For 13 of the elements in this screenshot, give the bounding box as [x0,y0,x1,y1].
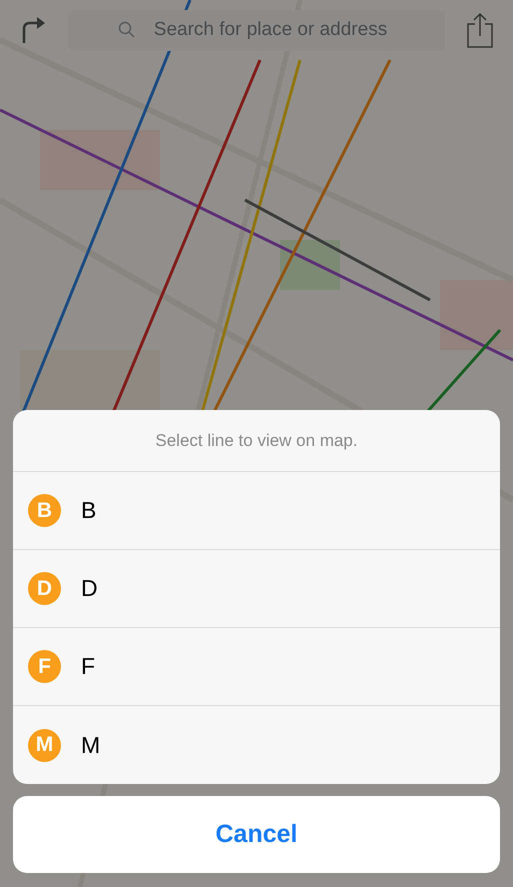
line-badge: M [28,728,61,762]
sheet-title: Select line to view on map. [155,430,358,452]
line-option[interactable]: M M [13,706,500,784]
line-option[interactable]: F F [13,628,500,706]
line-badge: B [28,494,61,527]
line-badge: D [28,572,61,605]
search-field[interactable]: Search for place or address [68,10,445,50]
line-option[interactable]: D D [13,550,500,628]
search-icon [118,20,136,38]
share-icon[interactable] [465,10,495,50]
line-badge: F [28,650,61,683]
line-option[interactable]: B B [13,472,500,550]
cancel-button[interactable]: Cancel [13,796,500,873]
